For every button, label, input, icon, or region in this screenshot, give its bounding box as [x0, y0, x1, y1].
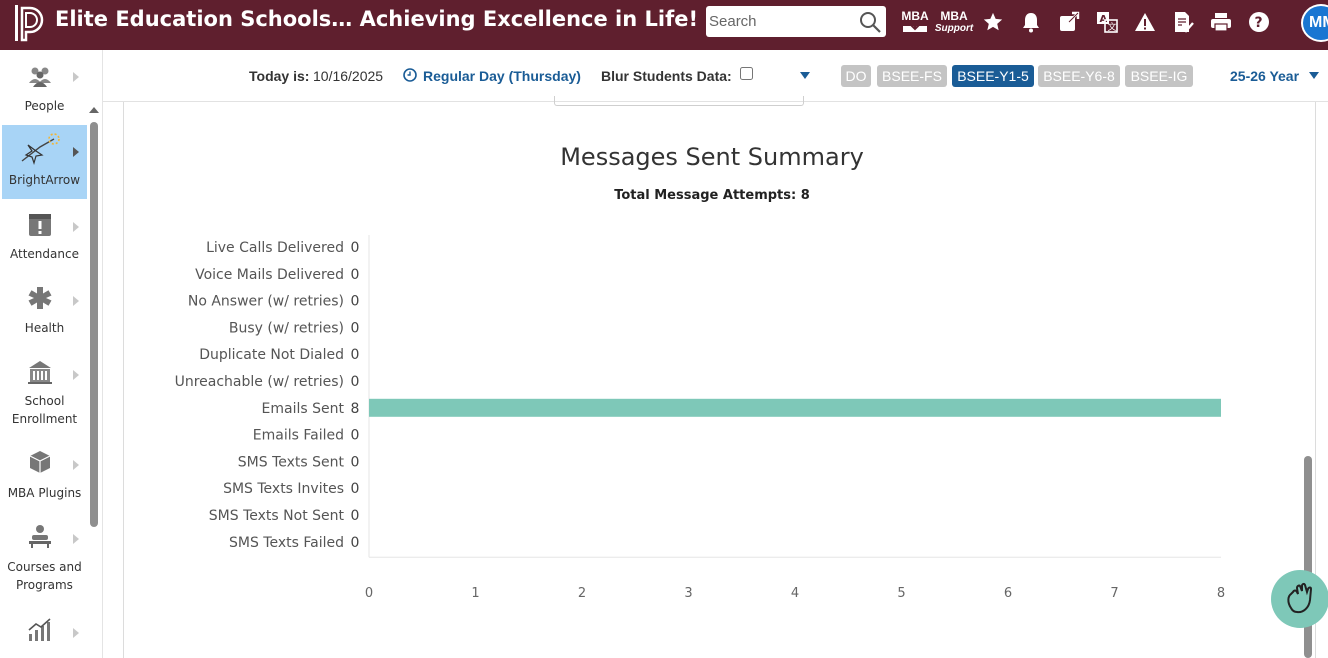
category-label: SMS Texts Invites	[223, 481, 344, 497]
category-label: Busy (w/ retries)	[229, 320, 344, 336]
x-tick-label: 4	[791, 586, 799, 601]
value-label: 0	[351, 267, 360, 283]
category-label: Voice Mails Delivered	[195, 267, 344, 283]
value-label: 0	[351, 374, 360, 390]
value-label: 0	[351, 428, 360, 444]
value-label: 0	[351, 347, 360, 363]
x-tick-label: 8	[1217, 586, 1225, 601]
value-label: 0	[351, 535, 360, 551]
category-label: Live Calls Delivered	[206, 240, 344, 256]
x-tick-label: 2	[578, 586, 586, 601]
category-label: Emails Failed	[253, 428, 344, 444]
category-label: Unreachable (w/ retries)	[175, 374, 344, 390]
category-label: Emails Sent	[262, 401, 345, 417]
category-label: Duplicate Not Dialed	[199, 347, 344, 363]
value-label: 8	[351, 401, 360, 417]
help-widget-button[interactable]	[1271, 570, 1328, 628]
bar	[369, 398, 1221, 417]
category-label: SMS Texts Sent	[238, 454, 345, 470]
x-tick-label: 7	[1110, 586, 1118, 601]
value-label: 0	[351, 320, 360, 336]
value-label: 0	[351, 481, 360, 497]
x-tick-label: 5	[897, 586, 905, 601]
waving-hand-icon	[1287, 582, 1313, 614]
x-tick-label: 3	[684, 586, 692, 601]
value-label: 0	[351, 294, 360, 310]
value-label: 0	[351, 240, 360, 256]
x-tick-label: 1	[471, 586, 479, 601]
x-tick-label: 0	[365, 586, 373, 601]
category-label: SMS Texts Not Sent	[209, 508, 345, 524]
messages-bar-chart: Live Calls Delivered 0 Voice Mails Deliver…	[175, 235, 1225, 601]
value-label: 0	[351, 454, 360, 470]
x-tick-label: 6	[1004, 586, 1012, 601]
category-label: SMS Texts Failed	[229, 535, 344, 551]
value-label: 0	[351, 508, 360, 524]
category-label: No Answer (w/ retries)	[188, 294, 344, 310]
